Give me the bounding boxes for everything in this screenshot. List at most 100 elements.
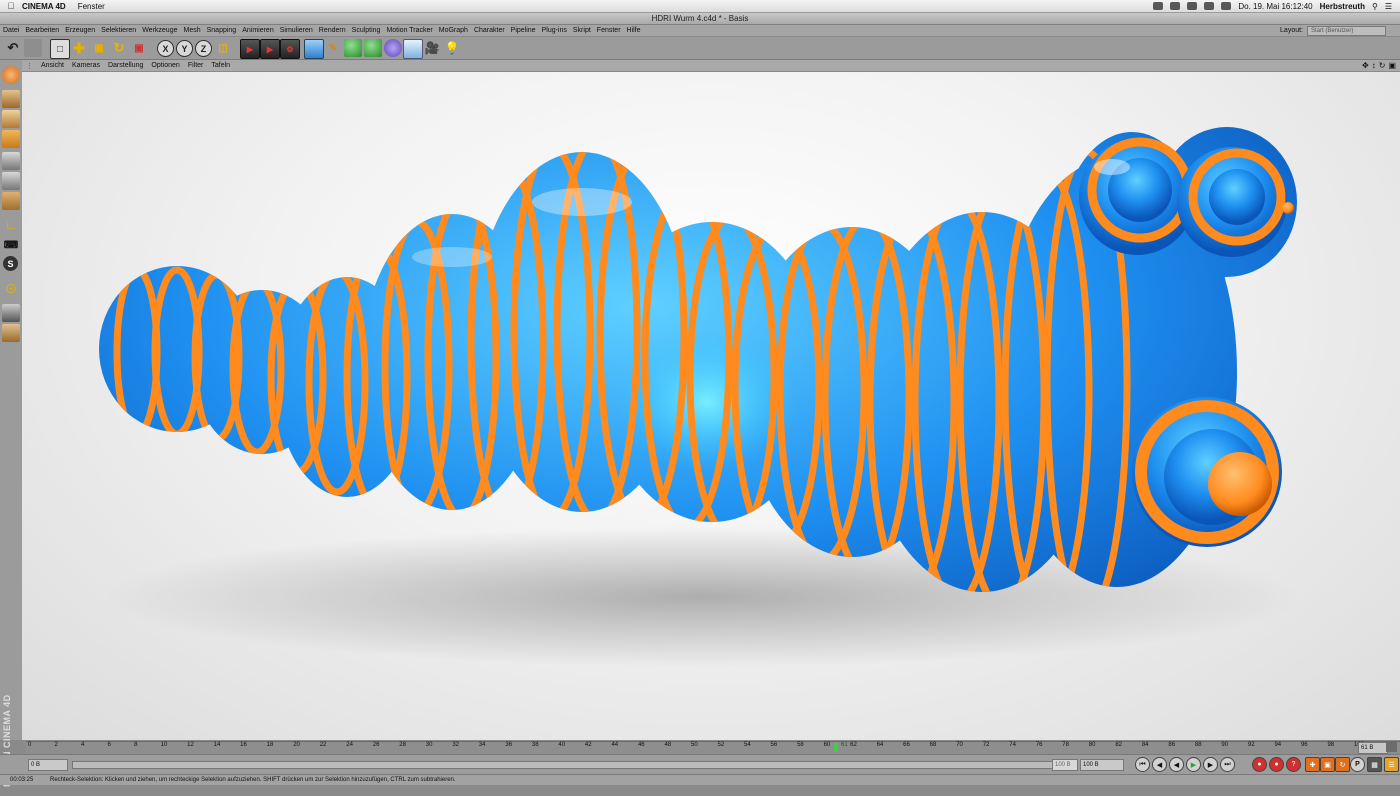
- prev-frame-icon[interactable]: ◀: [1169, 757, 1184, 772]
- move-tool-icon[interactable]: ✚: [70, 39, 88, 57]
- recent-tools-icon[interactable]: ▣: [130, 39, 148, 57]
- viewport-move-icon[interactable]: ✥: [1362, 61, 1369, 70]
- rotation-key-icon[interactable]: ↻: [1335, 757, 1350, 772]
- viewport-menu-ansicht[interactable]: Ansicht: [37, 62, 68, 69]
- volume-icon[interactable]: [1187, 2, 1198, 10]
- keyframe-selection-icon[interactable]: ?: [1286, 757, 1301, 772]
- y-axis-lock-button[interactable]: Y: [176, 40, 193, 57]
- battery-icon[interactable]: [1221, 2, 1232, 10]
- wifi-icon[interactable]: [1204, 2, 1215, 10]
- menu-sculpting[interactable]: Sculpting: [349, 27, 384, 34]
- preview-range-slider[interactable]: [72, 761, 1074, 769]
- x-axis-lock-button[interactable]: X: [157, 40, 174, 57]
- viewport-menu-kameras[interactable]: Kameras: [68, 62, 104, 69]
- timeline-scroll-icon[interactable]: [1386, 742, 1397, 752]
- app-name-menu[interactable]: CINEMA 4D: [22, 2, 66, 11]
- axis-mode-icon[interactable]: ∟: [2, 216, 20, 234]
- viewport-menu-darstellung[interactable]: Darstellung: [104, 62, 147, 69]
- polygons-mode-icon[interactable]: [2, 192, 20, 210]
- viewport-toggle-icon[interactable]: ▣: [1388, 61, 1396, 70]
- timeline-ruler[interactable]: 0 2 4 6 8 10 12 14 16 18 20 22 24 26 28 30 32 34 36 38 40 42 4…: [26, 741, 1400, 754]
- menu-bearbeiten[interactable]: Bearbeiten: [22, 27, 62, 34]
- rotate-tool-icon[interactable]: ↻: [110, 39, 128, 57]
- dropbox-icon[interactable]: [1153, 2, 1164, 10]
- spotlight-icon[interactable]: ⚲: [1372, 2, 1378, 11]
- menu-fenster-c4d[interactable]: Fenster: [594, 27, 624, 34]
- current-frame-field[interactable]: 61 B: [1358, 742, 1388, 754]
- end-frame-field[interactable]: 100 B: [1080, 759, 1124, 771]
- menu-fenster[interactable]: Fenster: [78, 2, 105, 11]
- tweak-mode-icon[interactable]: ⌨: [2, 236, 20, 254]
- camera-icon[interactable]: 🎥: [423, 39, 441, 57]
- menu-selektieren[interactable]: Selektieren: [98, 27, 139, 34]
- make-editable-icon[interactable]: [2, 66, 20, 84]
- coordinate-system-icon[interactable]: ◫: [214, 39, 232, 57]
- viewport-menu-filter[interactable]: Filter: [184, 62, 208, 69]
- locked-workplane-icon[interactable]: [2, 324, 20, 342]
- grid-icon[interactable]: [2, 304, 20, 322]
- array-generator-icon[interactable]: [364, 39, 382, 57]
- menubar-user[interactable]: Herbstreuth: [1320, 2, 1365, 11]
- menu-erzeugen[interactable]: Erzeugen: [62, 27, 98, 34]
- menu-animieren[interactable]: Animieren: [239, 27, 277, 34]
- menu-plug-ins[interactable]: Plug-ins: [539, 27, 570, 34]
- next-frame-icon[interactable]: ▶: [1203, 757, 1218, 772]
- scale-key-icon[interactable]: ▣: [1320, 757, 1335, 772]
- record-keys-icon[interactable]: ●: [1252, 757, 1267, 772]
- light-icon[interactable]: 💡: [443, 39, 461, 57]
- play-icon[interactable]: ▶: [1186, 757, 1201, 772]
- render-settings-icon[interactable]: ⚙: [280, 39, 300, 59]
- menu-mograph[interactable]: MoGraph: [436, 27, 471, 34]
- timeline-window-icon[interactable]: ☰: [1384, 757, 1399, 772]
- menu-snapping[interactable]: Snapping: [204, 27, 240, 34]
- menubar-clock[interactable]: Do. 19. Mai 16:12:40: [1238, 2, 1312, 11]
- auto-key-icon[interactable]: ●: [1269, 757, 1284, 772]
- timeline-current-frame-marker[interactable]: [834, 743, 838, 752]
- undo-icon[interactable]: ↶: [4, 39, 22, 57]
- apple-icon[interactable]: : [0, 1, 22, 11]
- model-mode-icon[interactable]: [2, 90, 20, 108]
- points-mode-icon[interactable]: [2, 152, 20, 170]
- viewport-zoom-icon[interactable]: ↕: [1372, 61, 1376, 70]
- z-axis-lock-button[interactable]: Z: [195, 40, 212, 57]
- viewport-menu-tafeln[interactable]: Tafeln: [207, 62, 234, 69]
- texture-mode-icon[interactable]: [2, 110, 20, 128]
- menu-simulieren[interactable]: Simulieren: [277, 27, 316, 34]
- point-level-key-icon[interactable]: ▦: [1367, 757, 1382, 772]
- prev-key-icon[interactable]: ◀: [1152, 757, 1167, 772]
- layout-dropdown[interactable]: Start (Benutzer): [1307, 25, 1386, 36]
- preview-range-end-field[interactable]: 100 B: [1052, 759, 1078, 771]
- viewport-rotate-icon[interactable]: ↻: [1379, 61, 1386, 70]
- menu-pipeline[interactable]: Pipeline: [508, 27, 539, 34]
- menu-motion-tracker[interactable]: Motion Tracker: [383, 27, 435, 34]
- position-key-icon[interactable]: ✚: [1305, 757, 1320, 772]
- render-view-icon[interactable]: ▶: [240, 39, 260, 59]
- snap-toggle-button[interactable]: S: [3, 256, 18, 271]
- redo-icon[interactable]: [24, 39, 42, 57]
- menu-werkzeuge[interactable]: Werkzeuge: [139, 27, 180, 34]
- menu-datei[interactable]: Datei: [0, 27, 22, 34]
- subdivision-surface-icon[interactable]: [344, 39, 362, 57]
- workplane-lock-icon[interactable]: ☉: [2, 280, 20, 298]
- menu-mesh[interactable]: Mesh: [180, 27, 203, 34]
- notification-center-icon[interactable]: ☰: [1385, 2, 1392, 11]
- scale-tool-icon[interactable]: ▣: [90, 39, 108, 57]
- goto-start-icon[interactable]: ⏮: [1135, 757, 1150, 772]
- menu-charakter[interactable]: Charakter: [471, 27, 508, 34]
- live-selection-icon[interactable]: □: [50, 39, 70, 59]
- edges-mode-icon[interactable]: [2, 172, 20, 190]
- cube-primitive-icon[interactable]: [304, 39, 324, 59]
- menu-rendern[interactable]: Rendern: [316, 27, 349, 34]
- floor-icon[interactable]: [403, 39, 423, 59]
- viewport-menu-optionen[interactable]: Optionen: [147, 62, 183, 69]
- deformer-icon[interactable]: [384, 39, 402, 57]
- parameter-key-icon[interactable]: P: [1350, 757, 1365, 772]
- menu-hilfe[interactable]: Hilfe: [624, 27, 644, 34]
- start-frame-field[interactable]: 0 B: [28, 759, 68, 771]
- sync-icon[interactable]: [1170, 2, 1181, 10]
- goto-end-icon[interactable]: ⏭: [1220, 757, 1235, 772]
- render-picture-viewer-icon[interactable]: ▶: [260, 39, 280, 59]
- pen-spline-icon[interactable]: ✎: [324, 39, 342, 57]
- workplane-mode-icon[interactable]: [2, 130, 20, 148]
- menu-skript[interactable]: Skript: [570, 27, 594, 34]
